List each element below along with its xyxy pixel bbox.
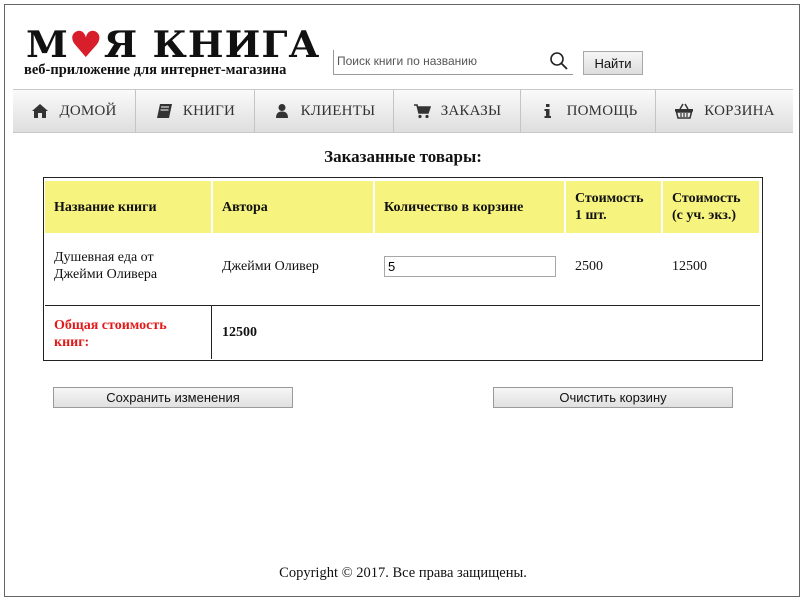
unit-price-cell: 2500 (575, 258, 603, 274)
total-price-cell: 12500 (672, 258, 707, 274)
user-icon (275, 104, 288, 118)
author-cell: Джейми Оливер (222, 258, 319, 274)
quantity-cell (375, 236, 564, 296)
home-icon (32, 104, 49, 118)
nav-label-clients: КЛИЕНТЫ (300, 102, 376, 119)
footer-copyright: Copyright © 2017. Все права защищены. (279, 565, 527, 581)
logo-title: М♥Я КНИГА (26, 24, 320, 66)
search-input[interactable] (334, 50, 544, 72)
column-header-quantity: Количество в корзине (375, 181, 564, 233)
nav-item-clients[interactable]: КЛИЕНТЫ (255, 90, 394, 132)
cart-icon (413, 104, 431, 119)
nav-label-help: ПОМОЩЬ (566, 102, 638, 119)
save-changes-button[interactable]: Сохранить изменения (53, 387, 293, 408)
info-icon (544, 104, 551, 118)
total-label: Общая стоимость книг: (54, 318, 167, 350)
column-header-author: Автора (213, 181, 373, 233)
nav-label-home: ДОМОЙ (59, 102, 117, 119)
search-icon[interactable] (549, 51, 569, 71)
nav-item-books[interactable]: КНИГИ (136, 90, 255, 132)
main-nav: ДОМОЙ КНИГИ КЛИЕНТЫ ЗАКАЗЫ ПОМОЩЬ КОРЗИН… (13, 89, 793, 133)
column-header-title: Название книги (45, 181, 211, 233)
logo-title-start: М (26, 24, 69, 66)
clear-cart-button[interactable]: Очистить корзину (493, 387, 733, 408)
book-title-cell: Душевная еда от Джейми Оливера (54, 250, 158, 282)
nav-item-orders[interactable]: ЗАКАЗЫ (394, 90, 521, 132)
column-header-total-price: Стоимость (с уч. экз.) (663, 181, 759, 233)
table-row: Душевная еда от Джейми Оливера Джейми Ол… (45, 236, 761, 296)
book-icon (156, 104, 172, 118)
order-table: Название книги Автора Количество в корзи… (43, 177, 763, 361)
total-value: 12500 (222, 325, 257, 340)
total-separator (45, 305, 760, 306)
logo-subtitle: веб-приложение для интернет-магазина (24, 62, 287, 78)
search-box (333, 50, 573, 75)
nav-label-orders: ЗАКАЗЫ (440, 102, 502, 119)
column-header-unit-price: Стоимость 1 шт. (566, 181, 661, 233)
total-divider (211, 306, 212, 359)
site-logo[interactable]: М♥Я КНИГА веб-приложение для интернет-ма… (24, 24, 319, 78)
basket-icon (675, 103, 694, 119)
nav-label-books: КНИГИ (182, 102, 236, 119)
nav-item-basket[interactable]: КОРЗИНА (656, 90, 793, 132)
quantity-input[interactable] (384, 255, 556, 277)
nav-label-basket: КОРЗИНА (704, 102, 775, 119)
heart-icon: ♥ (68, 24, 104, 66)
find-button[interactable]: Найти (583, 51, 643, 75)
page-title: Заказанные товары: (324, 147, 482, 166)
nav-item-home[interactable]: ДОМОЙ (13, 90, 136, 132)
table-header-row: Название книги Автора Количество в корзи… (45, 181, 759, 233)
logo-title-end: Я КНИГА (103, 24, 321, 66)
nav-item-help[interactable]: ПОМОЩЬ (521, 90, 656, 132)
